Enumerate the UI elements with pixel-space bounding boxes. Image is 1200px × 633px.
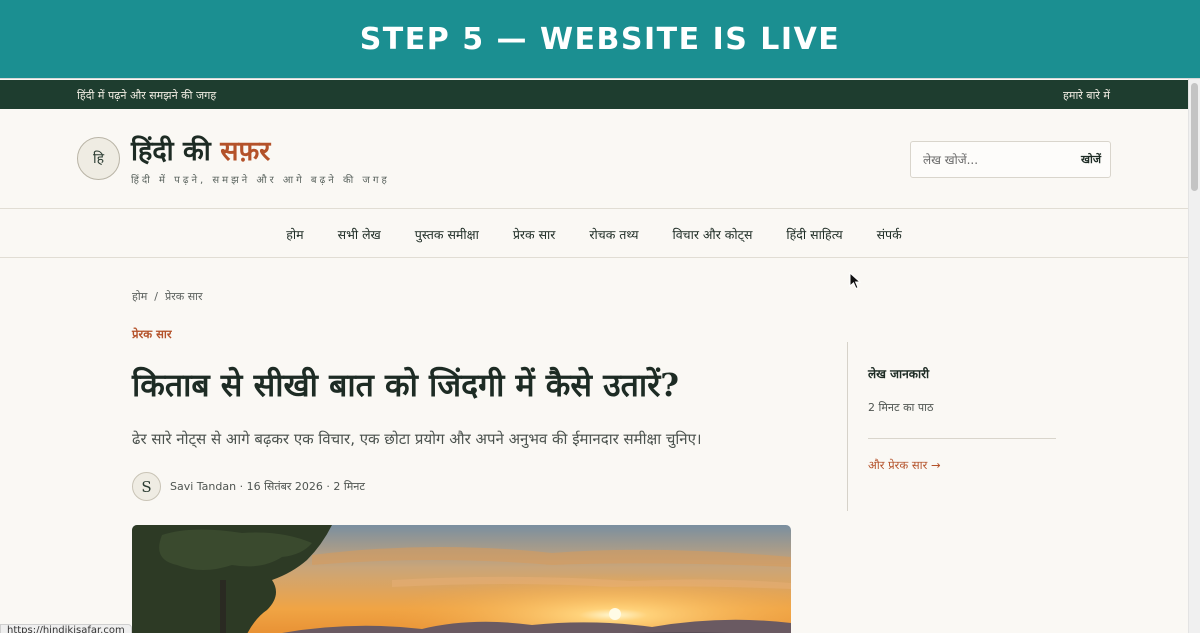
about-us-link[interactable]: हमारे बारे में [1063,88,1110,103]
hero-image [132,525,791,633]
scrollbar-thumb[interactable] [1191,83,1198,191]
nav-item-hindi-literature[interactable]: हिंदी साहित्य [769,210,859,257]
site-title-accent: सफ़र [220,136,271,167]
nav-item-interesting-facts[interactable]: रोचक तथ्य [572,210,655,257]
site-header: हि हिंदी की सफ़र हिंदी में पढ़ने, समझने … [0,109,1188,209]
nav-item-thoughts-quotes[interactable]: विचार और कोट्स [655,210,769,257]
nav-item-all-articles[interactable]: सभी लेख [321,210,398,257]
breadcrumb-separator: / [154,290,158,303]
search-input[interactable] [923,150,1073,170]
breadcrumb-home-link[interactable]: होम [132,290,147,303]
page-scrollbar[interactable] [1188,79,1200,633]
breadcrumb: होम / प्रेरक सार [132,289,203,304]
author-initial: S [141,477,152,496]
sunset-landscape-image [132,525,791,633]
article-dek: ढेर सारे नोट्स से आगे बढ़कर एक विचार, एक… [132,430,702,448]
breadcrumb-current: प्रेरक सार [165,290,203,303]
logo-letter: हि [92,151,105,167]
logo-badge[interactable]: हि [77,137,120,180]
more-inspiration-link[interactable]: और प्रेरक सार → [868,458,941,473]
article-title: किताब से सीखी बात को जिंदगी में कैसे उता… [132,366,680,404]
search-box: खोजें [910,141,1111,178]
status-bar-url: https://hindikisafar.com [0,624,132,633]
article-meta: Savi Tandan · 16 सितंबर 2026 · 2 मिनट [170,480,365,493]
sidebar-title: लेख जानकारी [868,367,930,381]
article-category-link[interactable]: प्रेरक सार [132,327,172,342]
step-banner: STEP 5 — WEBSITE IS LIVE [0,0,1200,78]
sidebar-read-time: 2 मिनट का पाठ [868,401,934,414]
author-byline: S Savi Tandan · 16 सितंबर 2026 · 2 मिनट [132,472,365,501]
site-title[interactable]: हिंदी की सफ़र [131,131,270,168]
nav-item-inspiration[interactable]: प्रेरक सार [496,210,573,257]
author-avatar: S [132,472,161,501]
nav-item-book-reviews[interactable]: पुस्तक समीक्षा [398,210,496,257]
topbar-tagline: हिंदी में पढ़ने और समझने की जगह [77,89,217,102]
top-utility-bar: हिंदी में पढ़ने और समझने की जगह हमारे बा… [0,80,1188,109]
site-title-main: हिंदी की [131,136,221,167]
article-info-sidebar: लेख जानकारी 2 मिनट का पाठ और प्रेरक सार … [847,342,1057,511]
site-tagline: हिंदी में पढ़ने, समझने और आगे बढ़ने की ज… [131,175,390,186]
sidebar-divider [868,438,1056,439]
nav-item-home[interactable]: होम [269,210,320,257]
main-nav: होम सभी लेख पुस्तक समीक्षा प्रेरक सार रो… [0,210,1188,258]
search-button[interactable]: खोजें [1081,152,1101,167]
step-banner-title: STEP 5 — WEBSITE IS LIVE [359,21,841,57]
mouse-cursor-icon [849,272,861,290]
browser-viewport: हिंदी में पढ़ने और समझने की जगह हमारे बा… [0,78,1200,633]
nav-item-contact[interactable]: संपर्क [860,210,919,257]
